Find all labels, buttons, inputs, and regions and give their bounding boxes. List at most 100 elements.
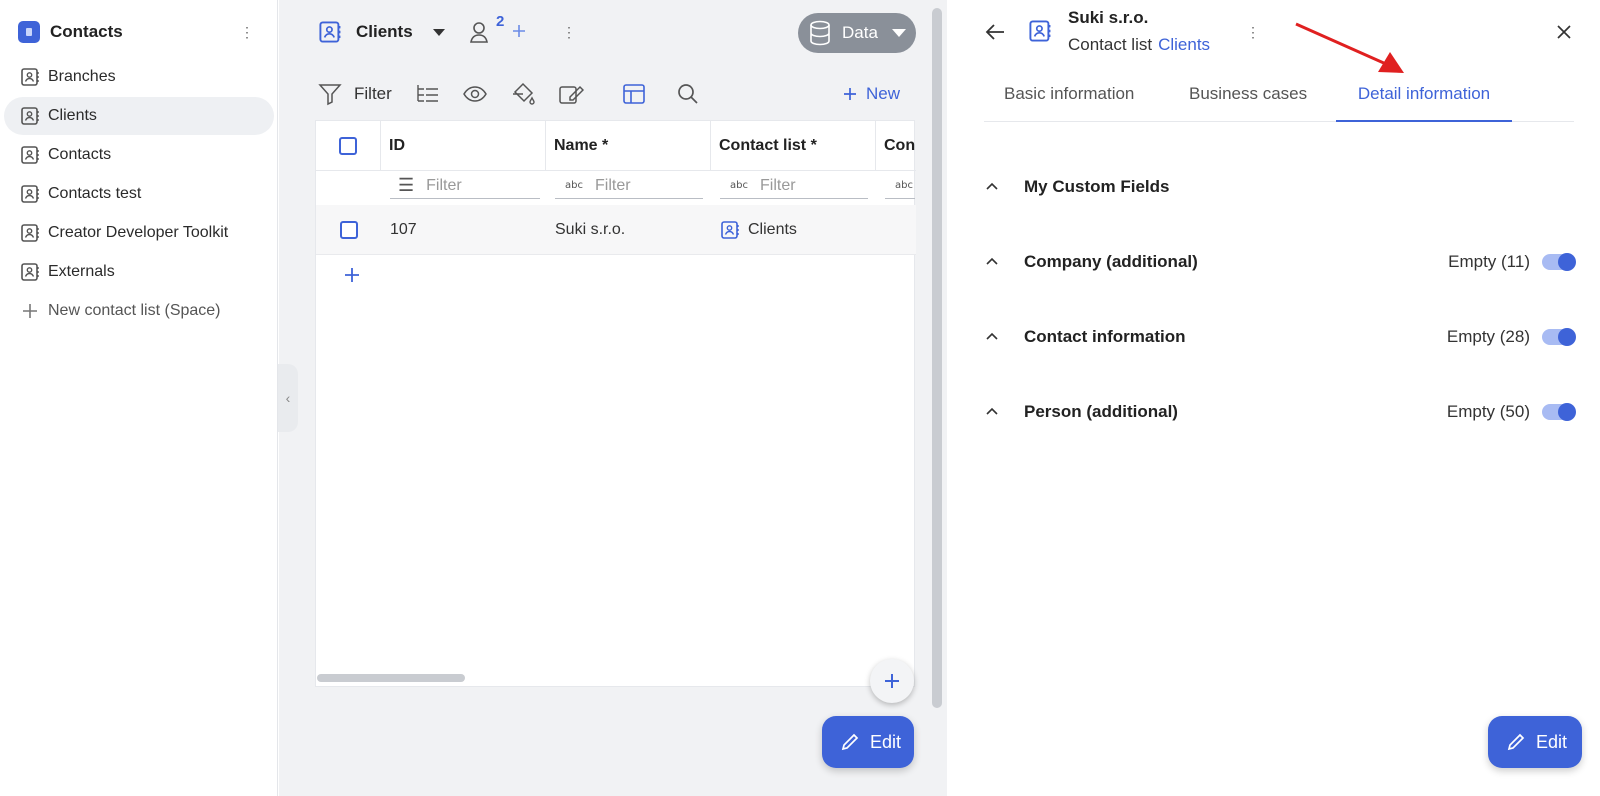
back-arrow-icon[interactable] [984,22,1006,42]
sidebar-item-creator-developer-toolkit[interactable]: Creator Developer Toolkit [4,214,274,252]
chevron-left-icon: ‹ [285,390,291,406]
column-header-name[interactable]: Name * [546,121,711,171]
filter-field-name[interactable]: abc Filter [555,173,703,199]
hide-empty-toggle[interactable] [1542,328,1576,346]
select-all-cell [316,121,381,171]
data-button[interactable]: Data [798,13,916,53]
pencil-icon [1507,733,1525,751]
sidebar-item-clients[interactable]: Clients [4,97,274,135]
edit-layout-icon[interactable] [558,81,584,107]
app-header: Contacts [18,20,123,44]
tree-list-icon[interactable] [414,82,440,106]
sidebar-item-label: Contacts test [48,185,142,202]
cell-contact-list[interactable]: Clients [720,205,797,255]
data-button-label: Data [842,23,878,42]
add-user-icon[interactable] [512,24,526,38]
contacts-app-icon [18,21,40,43]
filter-field-contact-list[interactable]: abc Filter [720,173,868,199]
user-icon[interactable] [468,20,490,44]
tab-basic-information[interactable]: Basic information [1004,80,1134,122]
new-record-label: New [866,84,901,103]
record-title: Suki s.r.o. [1068,8,1149,27]
column-header-id[interactable]: ID [381,121,546,171]
filter-icon[interactable] [318,82,342,106]
filter-label[interactable]: Filter [354,84,392,104]
section-contact-information[interactable]: Contact information Empty (28) [984,322,1576,352]
hide-empty-toggle[interactable] [1542,403,1576,421]
empty-count: Empty (50) [1446,402,1530,421]
sidebar-item-contacts[interactable]: Contacts [4,136,274,174]
sidebar-item-label: Branches [48,68,116,85]
contact-book-icon [21,146,39,164]
cell-contact-list-label: Clients [748,221,797,238]
record-contact-list-link[interactable]: Clients [1158,35,1210,55]
pencil-icon [841,733,859,751]
contact-book-icon [721,221,739,239]
new-record-button[interactable]: New [842,80,900,108]
table-header: ID Name * Contact list * Con [316,121,916,171]
cell-name[interactable]: Suki s.r.o. [555,205,625,255]
column-header-contact-list[interactable]: Contact list * [711,121,876,171]
tab-detail-information[interactable]: Detail information [1336,80,1512,122]
chevron-up-icon [986,182,998,190]
select-all-checkbox[interactable] [339,137,357,155]
list-menu-icon[interactable]: ⋮ [562,25,576,39]
text-type-icon: abc [730,180,748,191]
filter-placeholder: Filter [759,176,796,194]
app-menu-icon[interactable]: ⋮ [240,25,254,39]
column-header-partial[interactable]: Con [876,121,916,171]
list-title: Clients [356,22,413,41]
chevron-up-icon [986,257,998,265]
plus-icon [844,88,856,100]
row-select-cell [316,205,381,255]
section-my-custom-fields[interactable]: My Custom Fields [984,172,1574,202]
plus-icon [23,304,37,318]
database-icon [810,20,830,46]
filter-field-id[interactable]: ☰ Filter [390,173,540,199]
sidebar-item-branches[interactable]: Branches [4,58,274,96]
vertical-scrollbar[interactable] [932,8,942,708]
add-row-icon[interactable] [342,265,362,285]
edit-record-button[interactable]: Edit [1488,716,1582,768]
close-icon[interactable] [1556,24,1572,40]
tab-business-cases[interactable]: Business cases [1189,80,1307,122]
new-contact-list-button[interactable]: New contact list (Space) [4,292,274,330]
section-company-additional[interactable]: Company (additional) Empty (11) [984,247,1576,277]
horizontal-scrollbar[interactable] [317,674,465,682]
eye-icon[interactable] [462,82,488,106]
list-toolbar: Filter [318,80,392,108]
contact-book-icon [319,21,341,43]
collapse-sidebar-handle[interactable]: ‹ [278,364,298,432]
row-checkbox[interactable] [339,221,358,239]
text-type-icon: abc [565,180,583,191]
sidebar-item-contacts-test[interactable]: Contacts test [4,175,274,213]
table-layout-icon[interactable] [622,82,646,106]
hide-empty-toggle[interactable] [1542,253,1576,271]
sidebar-item-externals[interactable]: Externals [4,253,274,291]
record-menu-icon[interactable]: ⋮ [1246,25,1260,39]
contact-book-icon [21,185,39,203]
plus-icon [885,674,899,688]
edit-list-button[interactable]: Edit [822,716,914,768]
filter-placeholder: Filter [426,176,462,194]
contact-book-icon [1029,20,1051,42]
sidebar-item-label: Externals [48,263,115,280]
empty-count: Empty (11) [1448,252,1530,271]
filter-operator-icon[interactable]: ☰ [398,175,414,196]
sidebar-item-label: Clients [48,107,97,124]
add-fab-button[interactable] [870,659,914,703]
section-label: Person (additional) [1024,402,1178,421]
annotation-arrow [1295,22,1404,73]
section-label: Contact information [1024,327,1186,346]
filter-field-partial[interactable]: abc [885,173,915,199]
contact-book-icon [21,68,39,86]
record-subtitle: Contact list Clients [1068,35,1210,55]
section-label: My Custom Fields [1024,177,1170,196]
search-icon[interactable] [676,82,700,106]
list-dropdown-icon[interactable] [432,28,445,36]
cell-id[interactable]: 107 [390,205,417,255]
paint-bucket-icon[interactable] [510,81,536,107]
section-person-additional[interactable]: Person (additional) Empty (50) [984,397,1576,427]
empty-count: Empty (28) [1446,327,1530,346]
list-header: Clients [318,18,445,46]
